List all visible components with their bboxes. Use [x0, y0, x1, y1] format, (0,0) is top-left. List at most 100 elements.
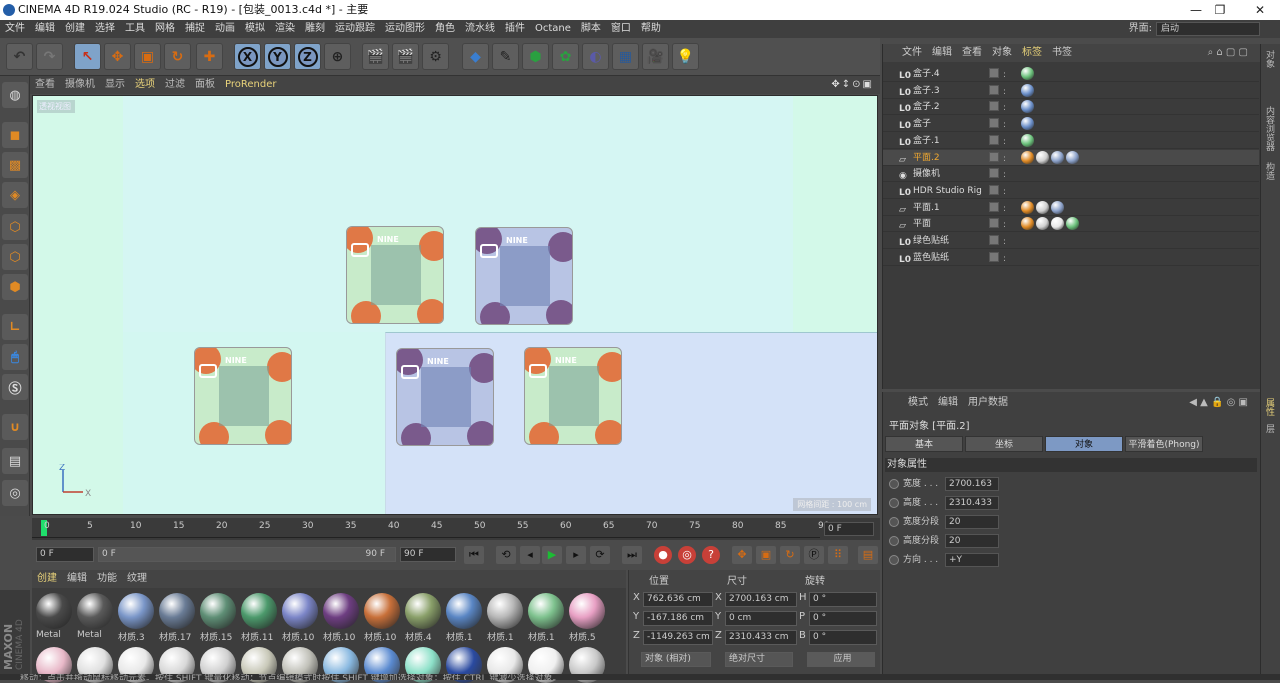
material-tag-icon[interactable]: [1051, 150, 1064, 164]
close-button[interactable]: ✕: [1240, 0, 1280, 20]
attribute-value-field[interactable]: 20: [945, 534, 999, 548]
visibility-dots-icon[interactable]: :: [1003, 167, 1006, 183]
visibility-dots-icon[interactable]: :: [1003, 251, 1006, 267]
layer-icon[interactable]: [989, 101, 999, 112]
material-tag-icon[interactable]: [1021, 200, 1034, 214]
points-mode-icon[interactable]: ⬡: [2, 214, 28, 240]
record-active-objects-icon[interactable]: ●: [654, 546, 672, 564]
material-swatch[interactable]: 材质.15: [198, 592, 238, 643]
material-tag-icon[interactable]: [1051, 217, 1064, 231]
size-field[interactable]: 2700.163 cm: [725, 592, 797, 607]
timeline[interactable]: 051015202530354045505560657075808590 0 F: [32, 518, 880, 540]
rotation-field[interactable]: 0 °: [809, 630, 877, 645]
object-row[interactable]: L0 蓝色贴纸:: [883, 250, 1259, 266]
material-swatch[interactable]: 材质.4: [403, 592, 443, 643]
light-icon[interactable]: 💡: [672, 43, 699, 70]
package-box[interactable]: NINE: [346, 226, 444, 324]
y-axis-lock-button[interactable]: Y: [264, 43, 291, 70]
menu-render[interactable]: 渲染: [270, 20, 300, 38]
undo-icon[interactable]: ↶: [6, 43, 33, 70]
snap-icon[interactable]: Ⓢ: [2, 374, 28, 400]
layer-icon[interactable]: [989, 151, 999, 162]
keyframe-selection-icon[interactable]: ?: [702, 546, 720, 564]
move-icon[interactable]: ✥: [104, 43, 131, 70]
obj-menu-edit[interactable]: 编辑: [927, 44, 957, 62]
layout-select[interactable]: 启动: [1156, 22, 1260, 36]
menu-octane[interactable]: Octane: [530, 20, 576, 38]
object-row[interactable]: ▱ 平面.1:: [883, 200, 1259, 216]
obj-menu-file[interactable]: 文件: [897, 44, 927, 62]
material-swatch[interactable]: Metal: [34, 592, 74, 640]
material-tag-icon[interactable]: [1066, 217, 1079, 231]
menu-create[interactable]: 创建: [60, 20, 90, 38]
object-name[interactable]: 平面.1: [913, 200, 940, 216]
maximize-button[interactable]: ❐: [1200, 0, 1240, 20]
menu-animate[interactable]: 动画: [210, 20, 240, 38]
menu-sculpt[interactable]: 雕刻: [300, 20, 330, 38]
object-name[interactable]: 摄像机: [913, 166, 940, 182]
deformer-icon[interactable]: ◐: [582, 43, 609, 70]
tab-coordinates[interactable]: 坐标: [965, 436, 1043, 452]
attr-menu-mode[interactable]: 模式: [903, 394, 933, 412]
object-row[interactable]: ▱ 平面.2:: [883, 149, 1259, 167]
menu-file[interactable]: 文件: [0, 20, 30, 38]
visibility-dots-icon[interactable]: :: [1003, 134, 1006, 150]
size-field[interactable]: 0 cm: [725, 611, 797, 626]
current-frame-field[interactable]: 0 F: [824, 522, 874, 536]
end-frame-field[interactable]: 90 F: [400, 547, 456, 562]
record-pla-icon[interactable]: ⠿: [828, 546, 848, 564]
viewport-menu-options[interactable]: 选项: [130, 76, 160, 94]
position-field[interactable]: -1149.263 cm: [643, 630, 713, 645]
attribute-value-field[interactable]: +Y: [945, 553, 999, 567]
coordinate-system-icon[interactable]: ⊕: [324, 43, 351, 70]
object-name[interactable]: 盒子.2: [913, 99, 940, 115]
material-tag-icon[interactable]: [1021, 150, 1034, 164]
record-position-icon[interactable]: ✥: [732, 546, 752, 564]
rotation-field[interactable]: 0 °: [809, 611, 877, 626]
pen-spline-icon[interactable]: ✎: [492, 43, 519, 70]
start-frame-field[interactable]: 0 F: [36, 547, 94, 562]
visibility-dots-icon[interactable]: :: [1003, 117, 1006, 133]
visibility-dots-icon[interactable]: :: [1003, 217, 1006, 233]
texture-mode-icon[interactable]: ▩: [2, 152, 28, 178]
previous-key-icon[interactable]: ⟲: [496, 546, 516, 564]
layer-icon[interactable]: [989, 118, 999, 129]
attribute-nav-icons[interactable]: ◀ ▲ 🔒 ◎ ▣: [1184, 394, 1253, 412]
visibility-dots-icon[interactable]: :: [1003, 151, 1006, 167]
redo-icon[interactable]: ↷: [36, 43, 63, 70]
material-tag-icon[interactable]: [1066, 150, 1079, 164]
material-swatch[interactable]: 材质.17: [157, 592, 197, 643]
layer-icon[interactable]: [989, 201, 999, 212]
timeline-window-icon[interactable]: ▤: [858, 546, 878, 564]
object-row[interactable]: ▱ 平面:: [883, 216, 1259, 233]
object-row[interactable]: L0 盒子.2:: [883, 99, 1259, 116]
material-swatch[interactable]: 材质.1: [485, 592, 525, 643]
material-tag-icon[interactable]: [1036, 217, 1049, 231]
record-parameter-icon[interactable]: Ⓟ: [804, 546, 824, 564]
rotate-icon[interactable]: ↻: [164, 43, 191, 70]
object-manager-tools-icons[interactable]: ⌕ ⌂ ▢ ▢: [1203, 44, 1253, 62]
package-box[interactable]: NINE: [524, 347, 622, 445]
position-field[interactable]: -167.186 cm: [643, 611, 713, 626]
timeline-ruler[interactable]: 051015202530354045505560657075808590: [32, 518, 829, 538]
live-selection-icon[interactable]: ↖: [74, 43, 101, 70]
next-key-icon[interactable]: ⟳: [590, 546, 610, 564]
layer-icon[interactable]: [989, 251, 999, 262]
tweak-mode-icon[interactable]: 🖱: [2, 344, 28, 370]
material-swatch[interactable]: 材质.11: [239, 592, 279, 643]
animate-radio-icon[interactable]: [889, 498, 899, 508]
z-axis-lock-button[interactable]: Z: [294, 43, 321, 70]
material-swatch[interactable]: Metal: [75, 592, 115, 640]
last-tool-icon[interactable]: ✚: [196, 43, 223, 70]
object-name[interactable]: 盒子.1: [913, 133, 940, 149]
animate-radio-icon[interactable]: [889, 555, 899, 565]
menu-character[interactable]: 角色: [430, 20, 460, 38]
side-tab-attributes[interactable]: 属性: [1263, 398, 1276, 416]
render-settings-icon[interactable]: ⚙: [422, 43, 449, 70]
side-tab-objects[interactable]: 对象: [1263, 50, 1276, 68]
material-tag-icon[interactable]: [1021, 117, 1034, 131]
visibility-dots-icon[interactable]: :: [1003, 234, 1006, 250]
position-field[interactable]: 762.636 cm: [643, 592, 713, 607]
edges-mode-icon[interactable]: ⬡: [2, 244, 28, 270]
material-tag-icon[interactable]: [1036, 200, 1049, 214]
